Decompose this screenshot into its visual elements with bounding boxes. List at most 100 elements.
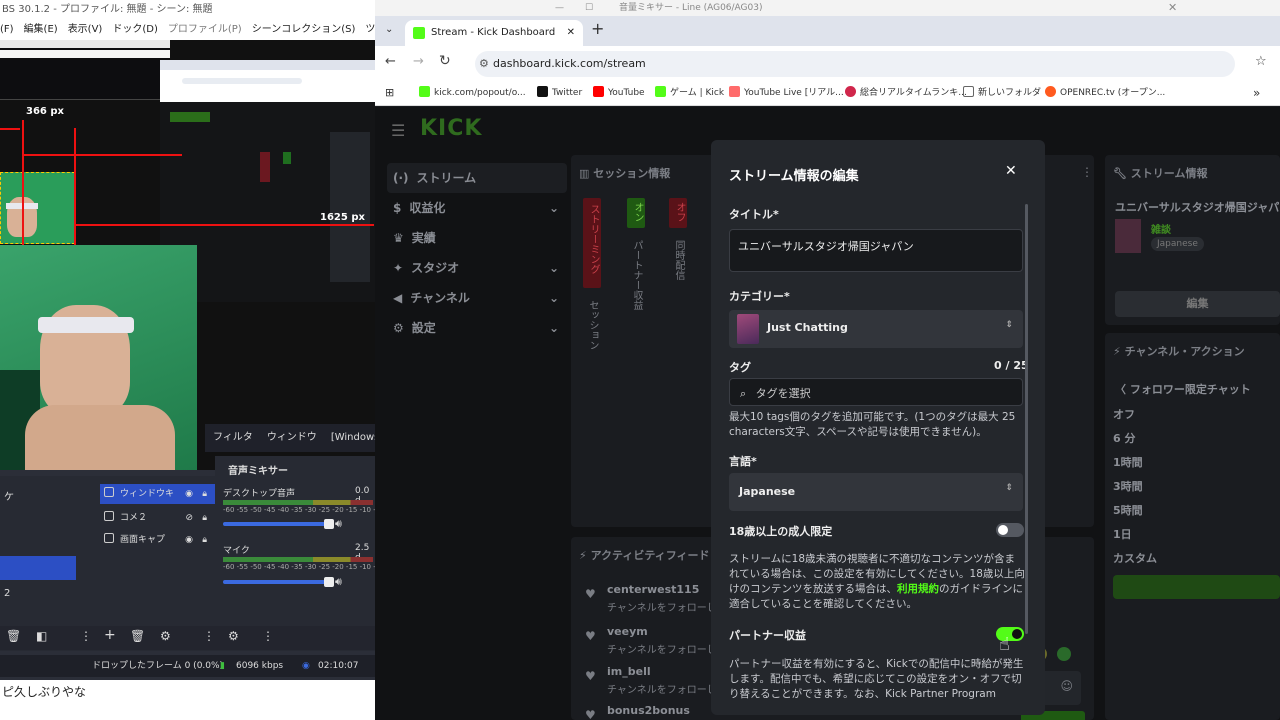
- menu-dock[interactable]: ドック(D): [112, 20, 158, 40]
- bookmark-twitter[interactable]: Twitter: [537, 80, 582, 106]
- lock-icon[interactable]: 🔒︎: [202, 530, 207, 550]
- follower-option[interactable]: 1時間: [1113, 454, 1143, 470]
- folder-icon: [963, 86, 974, 97]
- more-bookmarks-icon[interactable]: »: [1253, 80, 1260, 106]
- follower-option[interactable]: 3時間: [1113, 478, 1143, 494]
- adult-help: ストリームに18歳未満の視聴者に不適切なコンテンツが含まれている場合は、この設定…: [729, 553, 1025, 610]
- title-input[interactable]: ユニバーサルスタジオ帰国ジャパン: [729, 229, 1023, 272]
- source-item-comment[interactable]: コメ２ ⊘ 🔒︎: [100, 508, 215, 528]
- obs-menu-bar: (F) 編集(E) 表示(V) ドック(D) プロファイル(P) シーンコレクシ…: [0, 20, 375, 40]
- gear-icon[interactable]: ⚙: [160, 629, 171, 643]
- tab-kick-dashboard[interactable]: Stream - Kick Dashboard ✕: [405, 20, 583, 46]
- lock-icon[interactable]: 🔒︎: [202, 508, 207, 528]
- follower-option[interactable]: 6 分: [1113, 430, 1135, 446]
- tags-help: 最大10 tags個のタグを追加可能です。(1つのタグは最大 25 charac…: [729, 411, 1016, 438]
- obs-preview-canvas[interactable]: 366 px 1625 px: [0, 40, 375, 470]
- follower-option[interactable]: カスタム: [1113, 550, 1157, 566]
- lock-icon[interactable]: 🔒︎: [202, 484, 207, 504]
- bookmark-folder[interactable]: 新しいフォルダ: [963, 80, 1041, 106]
- bitrate: 6096 kbps: [236, 661, 284, 671]
- new-tab-button[interactable]: +: [591, 19, 604, 38]
- url-bar[interactable]: ⚙ dashboard.kick.com/stream: [475, 51, 1235, 77]
- trash-icon[interactable]: 🗑︎: [130, 629, 145, 643]
- eye-icon[interactable]: ◉: [185, 484, 193, 504]
- bookmark-ranking[interactable]: 総合リアルタイムランキ...: [845, 80, 967, 106]
- speaker-icon[interactable]: 🔊︎: [335, 575, 342, 589]
- close-icon[interactable]: ✕: [1168, 0, 1177, 16]
- close-icon[interactable]: ✕: [1005, 163, 1017, 179]
- nav-monetization[interactable]: $ 収益化 ⌄: [387, 193, 567, 223]
- window-tab[interactable]: ウィンドウ: [267, 424, 317, 452]
- browser-window: — ☐ 音量ミキサー - Line (AG06/AG03) ✕ ⌄ + Stre…: [375, 0, 1280, 720]
- more-icon[interactable]: ⋮: [262, 629, 274, 643]
- follower-option[interactable]: オフ: [1113, 406, 1135, 422]
- reload-icon[interactable]: ↻: [439, 53, 451, 69]
- bookmark-star-icon[interactable]: ☆: [1255, 54, 1267, 69]
- edit-stream-info-button[interactable]: 編集: [1115, 291, 1280, 317]
- site-info-icon[interactable]: ⚙: [479, 51, 489, 77]
- minimize-icon[interactable]: —: [555, 0, 564, 16]
- tab-list-icon[interactable]: ⌄: [385, 24, 393, 35]
- apps-icon[interactable]: ⊞: [385, 80, 394, 106]
- nav-studio[interactable]: ✦ スタジオ ⌄: [387, 253, 567, 283]
- category-thumbnail: [737, 314, 759, 344]
- trash-icon[interactable]: 🗑︎: [6, 629, 21, 643]
- chevron-down-icon: ⌄: [548, 291, 559, 305]
- tags-input[interactable]: ⌕ タグを選択: [729, 378, 1023, 406]
- stream-info-current-title: ユニバーサルスタジオ帰国ジャパン: [1115, 201, 1280, 214]
- add-icon[interactable]: +: [104, 627, 116, 643]
- tab-close-icon[interactable]: ✕: [567, 20, 575, 46]
- nav-achievements[interactable]: ♛ 実績: [387, 223, 567, 253]
- bookmark-kick-games[interactable]: ゲーム | Kick: [655, 80, 724, 106]
- speaker-icon[interactable]: 🔊︎: [335, 517, 342, 531]
- visibility-checkbox[interactable]: [104, 487, 114, 497]
- mic-volume-slider[interactable]: [223, 577, 334, 587]
- language-select[interactable]: Japanese ⇕: [729, 473, 1023, 511]
- scene-item-selected[interactable]: [0, 556, 76, 580]
- hamburger-icon[interactable]: ☰: [391, 121, 405, 140]
- eye-hidden-icon[interactable]: ⊘: [185, 508, 193, 528]
- chevron-down-icon: ⌄: [548, 261, 559, 275]
- terms-link[interactable]: 利用規約: [897, 583, 939, 595]
- window-select[interactable]: [Windows(: [331, 424, 375, 452]
- more-icon[interactable]: ⋮: [1081, 165, 1093, 179]
- more-icon[interactable]: ⋮: [80, 629, 92, 643]
- kick-logo[interactable]: KICK: [420, 116, 482, 141]
- menu-profile[interactable]: プロファイル(P): [168, 20, 242, 40]
- advanced-audio-icon[interactable]: ⚙: [228, 629, 239, 643]
- back-icon[interactable]: ←: [385, 54, 396, 69]
- follower-option[interactable]: 1日: [1113, 526, 1132, 542]
- menu-edit[interactable]: 編集(E): [24, 20, 58, 40]
- emoji-icon[interactable]: ☺: [1060, 679, 1073, 693]
- bookmark-youtube-live[interactable]: YouTube Live [リアル...: [729, 80, 844, 106]
- more-icon[interactable]: ⋮: [203, 629, 215, 643]
- source-item-screen-capture[interactable]: 画面キャプ ◉ 🔒︎: [100, 530, 215, 550]
- follower-chat-header[interactable]: 〈 フォロワー限定チャット: [1115, 381, 1251, 397]
- maximize-icon[interactable]: ☐: [585, 0, 593, 16]
- properties-icon[interactable]: ◧: [36, 629, 47, 643]
- desktop-volume-slider[interactable]: [223, 519, 334, 529]
- forward-icon[interactable]: →: [413, 54, 424, 69]
- modal-scrollbar[interactable]: [1025, 204, 1028, 634]
- bookmark-kick-popout[interactable]: kick.com/popout/o...: [419, 80, 526, 106]
- measure-label-1625: 1625 px: [320, 212, 365, 223]
- bookmark-youtube[interactable]: YouTube: [593, 80, 645, 106]
- category-select[interactable]: Just Chatting ⇕: [729, 310, 1023, 348]
- filter-tab[interactable]: フィルタ: [213, 424, 253, 452]
- nav-stream[interactable]: (·) ストリーム: [387, 163, 567, 193]
- nav-settings[interactable]: ⚙ 設定 ⌄: [387, 313, 567, 343]
- menu-file[interactable]: (F): [0, 20, 14, 40]
- adult-toggle[interactable]: [996, 523, 1024, 537]
- menu-tools[interactable]: ツール(T): [365, 20, 375, 40]
- nav-channel[interactable]: ◀ チャンネル ⌄: [387, 283, 567, 313]
- activity-title: ⚡ アクティビティフィード: [579, 549, 710, 562]
- bookmark-openrec[interactable]: OPENREC.tv (オープン...: [1045, 80, 1165, 106]
- menu-view[interactable]: 表示(V): [68, 20, 103, 40]
- eye-icon[interactable]: ◉: [185, 530, 193, 550]
- source-item-window-capture[interactable]: ウィンドウキ ◉ 🔒︎: [100, 484, 215, 504]
- apply-button[interactable]: [1113, 575, 1280, 599]
- follower-option[interactable]: 5時間: [1113, 502, 1143, 518]
- stream-time: 02:10:07: [318, 661, 359, 671]
- menu-scene-collection[interactable]: シーンコレクション(S): [252, 20, 356, 40]
- stream-info-category: 雑談: [1151, 225, 1171, 236]
